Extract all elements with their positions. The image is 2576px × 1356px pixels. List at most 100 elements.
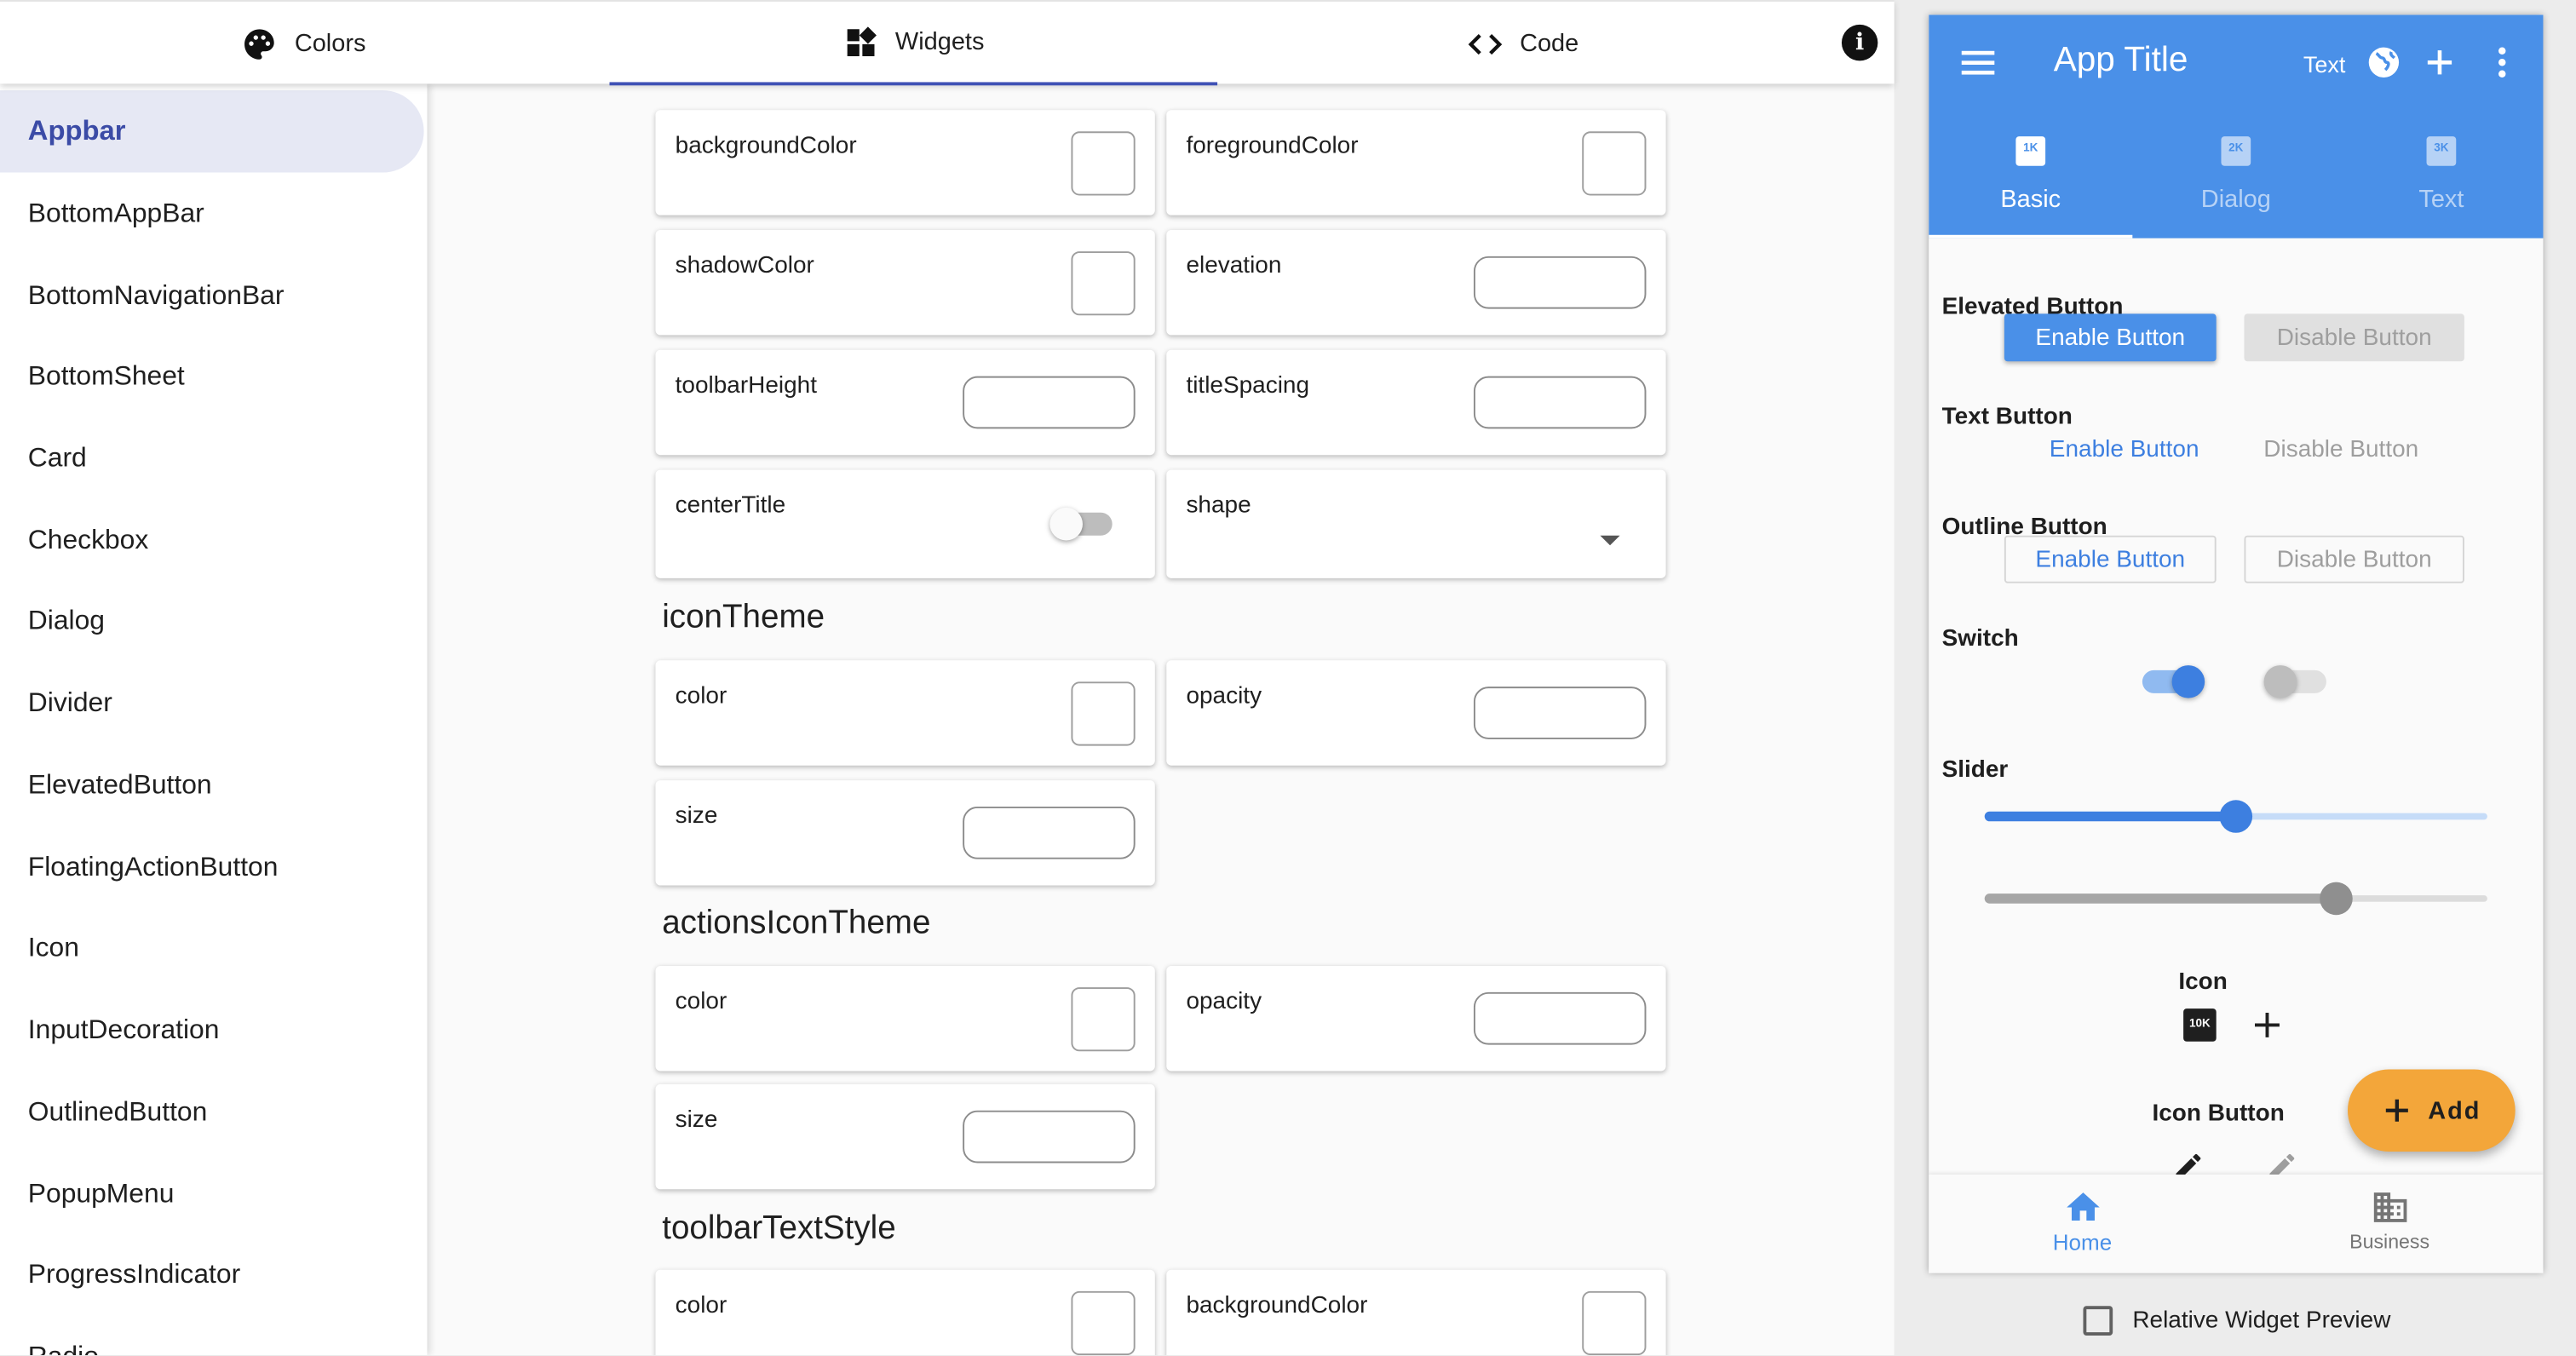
prop-label: color bbox=[675, 989, 727, 1015]
add-fab-button[interactable]: Add bbox=[2347, 1069, 2516, 1152]
sidebar-item-radio[interactable]: Radio bbox=[0, 1316, 424, 1355]
color-picker-swatch[interactable] bbox=[1582, 1290, 1647, 1356]
slider-thumb bbox=[2320, 882, 2354, 916]
sidebar-item-divider[interactable]: Divider bbox=[0, 662, 424, 744]
elevated-enable-button[interactable]: Enable Button bbox=[2004, 313, 2217, 362]
top-tab-bar: Colors Widgets Code i bbox=[0, 0, 1895, 86]
bottom-navigation-bar: Home Business bbox=[1929, 1174, 2544, 1273]
prop-label: opacity bbox=[1186, 989, 1262, 1015]
sidebar-item-outlinedbutton[interactable]: OutlinedButton bbox=[0, 1071, 424, 1152]
sidebar-item-bottomnavigationbar[interactable]: BottomNavigationBar bbox=[0, 255, 424, 336]
prop-card-icon-opacity: opacity bbox=[1166, 660, 1666, 766]
tab-code-label: Code bbox=[1520, 29, 1579, 58]
sidebar-item-icon[interactable]: Icon bbox=[0, 907, 424, 989]
disabled-slider bbox=[1984, 882, 2487, 916]
color-picker-swatch[interactable] bbox=[1071, 1290, 1136, 1356]
color-picker-swatch[interactable] bbox=[1071, 681, 1136, 746]
relative-widget-preview-toggle[interactable]: Relative Widget Preview bbox=[2083, 1306, 2390, 1336]
prop-card-icon-color: color bbox=[655, 660, 1155, 766]
prop-label: titleSpacing bbox=[1186, 372, 1310, 399]
icon-title: Icon bbox=[2178, 968, 2228, 996]
widgets-icon bbox=[847, 26, 877, 56]
sidebar-item-popupmenu[interactable]: PopupMenu bbox=[0, 1153, 424, 1235]
palette-icon bbox=[244, 28, 275, 59]
tab-widgets-label: Widgets bbox=[894, 27, 985, 56]
appbar-text-action[interactable]: Text bbox=[2303, 51, 2346, 78]
icon-size-input[interactable] bbox=[963, 806, 1136, 859]
title-spacing-input[interactable] bbox=[1473, 376, 1647, 429]
bottom-nav-home[interactable]: Home bbox=[1929, 1187, 2236, 1255]
slider-title: Slider bbox=[1941, 757, 2009, 784]
bottom-nav-business[interactable]: Business bbox=[2236, 1187, 2544, 1254]
globe-icon[interactable] bbox=[2366, 44, 2401, 80]
color-picker-swatch[interactable] bbox=[1582, 131, 1647, 196]
section-title-icontheme: iconTheme bbox=[662, 599, 825, 636]
color-picker-swatch[interactable] bbox=[1071, 131, 1136, 196]
prop-label: color bbox=[675, 1292, 727, 1319]
tab-colors[interactable]: Colors bbox=[0, 2, 608, 85]
prop-label: backgroundColor bbox=[675, 133, 857, 160]
sidebar: Appbar BottomAppBar BottomNavigationBar … bbox=[0, 83, 428, 1356]
prop-label: toolbarHeight bbox=[675, 372, 817, 399]
tab-code[interactable]: Code bbox=[1219, 2, 1827, 85]
prop-card-elevation: elevation bbox=[1166, 230, 1666, 336]
slider-thumb[interactable] bbox=[2219, 800, 2253, 833]
tab-widgets[interactable]: Widgets bbox=[609, 2, 1218, 86]
prop-label: shadowColor bbox=[675, 253, 814, 279]
sidebar-item-dialog[interactable]: Dialog bbox=[0, 580, 424, 662]
elevation-input[interactable] bbox=[1473, 256, 1647, 309]
sidebar-item-card[interactable]: Card bbox=[0, 417, 424, 499]
sidebar-item-progressindicator[interactable]: ProgressIndicator bbox=[0, 1233, 424, 1315]
plus-icon bbox=[2255, 1012, 2280, 1037]
center-title-switch[interactable] bbox=[1049, 507, 1113, 541]
switch-title: Switch bbox=[1941, 625, 2019, 652]
icon-opacity-input[interactable] bbox=[1473, 687, 1647, 739]
sidebar-item-bottomappbar[interactable]: BottomAppBar bbox=[0, 173, 424, 255]
sidebar-item-elevatedbutton[interactable]: ElevatedButton bbox=[0, 744, 424, 826]
sidebar-item-checkbox[interactable]: Checkbox bbox=[0, 499, 424, 581]
prop-card-centertitle: centerTitle bbox=[655, 469, 1155, 578]
prop-card-foregroundcolor: foregroundColor bbox=[1166, 110, 1666, 215]
prop-card-toolbarheight: toolbarHeight bbox=[655, 349, 1155, 456]
preview-area: App Title Text 1K Basic 2K Dialog 3K Tex… bbox=[1894, 0, 2576, 1356]
color-picker-swatch[interactable] bbox=[1071, 987, 1136, 1052]
plus-icon[interactable] bbox=[2422, 44, 2458, 80]
outline-disable-button: Disable Button bbox=[2244, 535, 2464, 583]
prop-label: opacity bbox=[1186, 683, 1262, 710]
toolbar-height-input[interactable] bbox=[963, 376, 1136, 429]
text-enable-button[interactable]: Enable Button bbox=[2027, 426, 2222, 474]
prop-card-shadowcolor: shadowColor bbox=[655, 230, 1155, 336]
color-picker-swatch[interactable] bbox=[1071, 251, 1136, 316]
prop-label: backgroundColor bbox=[1186, 1292, 1368, 1319]
enabled-slider[interactable] bbox=[1984, 800, 2487, 833]
prop-card-titlespacing: titleSpacing bbox=[1166, 349, 1666, 456]
slider-fill bbox=[1984, 893, 2337, 904]
prop-label: size bbox=[675, 1106, 718, 1134]
code-icon bbox=[1468, 33, 1503, 55]
sidebar-item-inputdecoration[interactable]: InputDecoration bbox=[0, 989, 424, 1071]
actions-opacity-input[interactable] bbox=[1473, 991, 1647, 1045]
3k-icon: 3K bbox=[2426, 136, 2457, 166]
more-vert-icon[interactable] bbox=[2497, 46, 2507, 79]
icon-button-title: Icon Button bbox=[2152, 1100, 2285, 1128]
relative-preview-checkbox[interactable] bbox=[2083, 1306, 2113, 1336]
section-title-actionsicontheme: actionsIconTheme bbox=[662, 905, 931, 942]
1k-icon: 1K bbox=[2015, 136, 2046, 166]
widget-preview-frame: App Title Text 1K Basic 2K Dialog 3K Tex… bbox=[1929, 14, 2544, 1273]
sidebar-item-floatingactionbutton[interactable]: FloatingActionButton bbox=[0, 826, 424, 908]
chevron-down-icon[interactable] bbox=[1600, 535, 1620, 546]
10k-icon: 10K bbox=[2183, 1008, 2217, 1042]
preview-tab-dialog[interactable]: 2K Dialog bbox=[2134, 124, 2337, 238]
outline-enable-button[interactable]: Enable Button bbox=[2004, 535, 2217, 583]
enabled-switch[interactable] bbox=[2142, 665, 2205, 698]
info-icon[interactable]: i bbox=[1841, 24, 1878, 61]
preview-tab-text[interactable]: 3K Text bbox=[2339, 124, 2543, 238]
prop-label: centerTitle bbox=[675, 492, 786, 520]
sidebar-item-appbar[interactable]: Appbar bbox=[0, 90, 424, 173]
sidebar-item-bottomsheet[interactable]: BottomSheet bbox=[0, 335, 424, 417]
actions-size-input[interactable] bbox=[963, 1110, 1136, 1164]
prop-card-toolbar-text-color: color bbox=[655, 1269, 1155, 1356]
preview-tab-basic[interactable]: 1K Basic bbox=[1929, 124, 2133, 238]
switch-knob bbox=[2171, 665, 2205, 698]
menu-icon[interactable] bbox=[1958, 48, 1998, 78]
